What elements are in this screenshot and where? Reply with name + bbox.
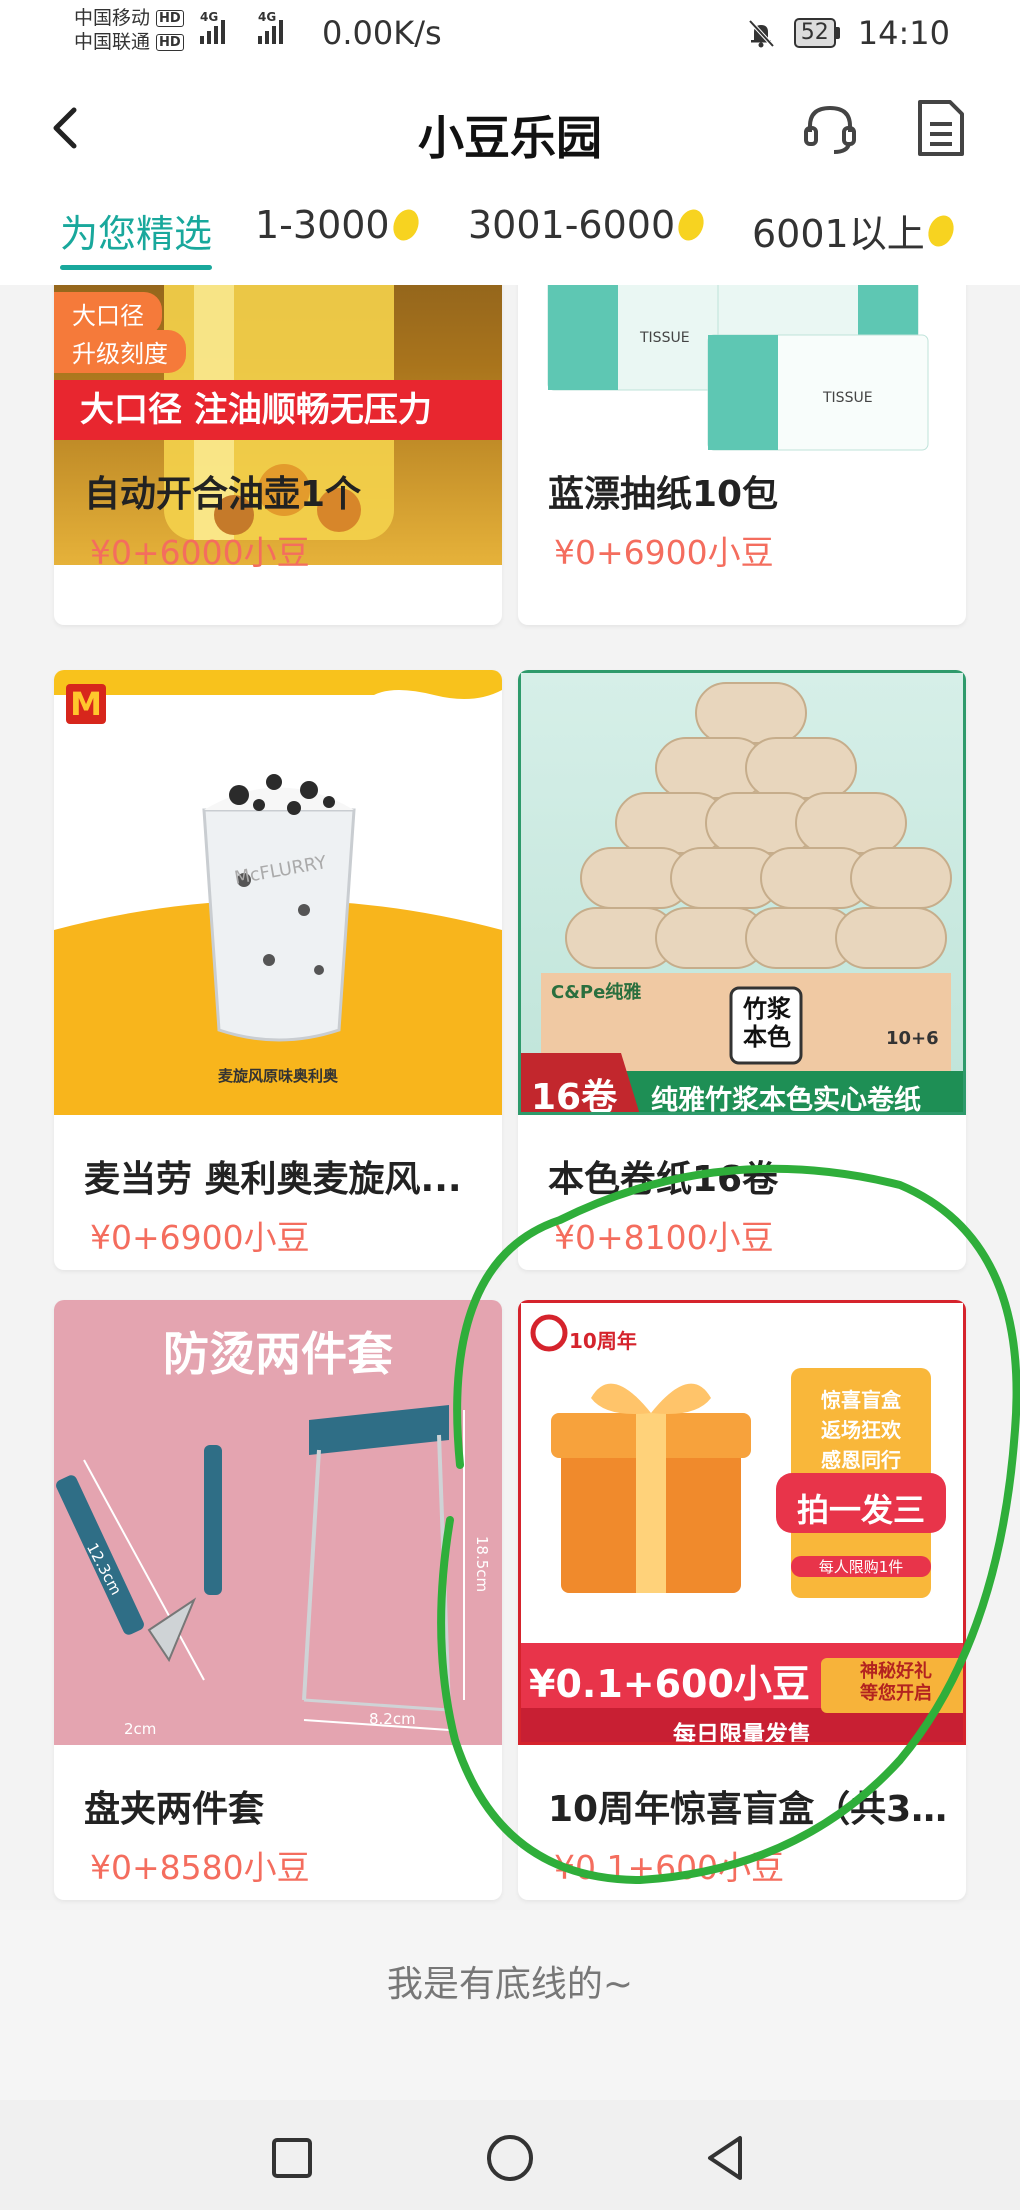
carrier-2: 中国联通	[74, 31, 151, 53]
dimension-label: 2cm	[124, 1720, 157, 1738]
tag-badge: 大口径	[54, 292, 162, 335]
product-card[interactable]: 大口径 升级刻度 大口径 注油顺畅无压力 自动开合油壶1个 ¥0+6000小豆	[54, 285, 502, 625]
mcdonalds-logo-icon: M	[66, 684, 106, 724]
box-text: TISSUE	[823, 390, 873, 406]
signal-icon: 4G	[258, 10, 283, 44]
product-card[interactable]: TISSUE TISSUE 蓝漂抽纸10包 ¥0+6900小豆	[518, 285, 966, 625]
product-name: 本色卷纸16卷	[548, 1159, 779, 1200]
product-card[interactable]: M McFLURRY 麦旋风原味奥利奥 麦当劳 奥利奥麦旋风... ¥0+690…	[54, 670, 502, 1270]
bean-icon	[674, 205, 709, 245]
clock: 14:10	[857, 14, 950, 52]
product-price: ¥0+8100小豆	[554, 1218, 774, 1257]
orders-button[interactable]	[910, 96, 970, 160]
net-speed: 0.00K/s	[322, 14, 442, 52]
battery-icon: 52	[793, 18, 840, 48]
price-banner: ¥0.1+600小豆	[529, 1662, 810, 1706]
back-button[interactable]	[40, 98, 100, 158]
box-brand: C&Pe纯雅	[551, 982, 642, 1003]
product-name: 蓝漂抽纸10包	[548, 474, 779, 515]
customer-service-button[interactable]	[800, 98, 860, 158]
product-card[interactable]: C&Pe纯雅 竹浆本色 10+6 16卷 纯雅竹浆本色实心卷纸 本色卷纸16卷 …	[518, 670, 966, 1270]
page-title: 小豆乐园	[418, 111, 602, 165]
hd-badge: HD	[156, 9, 184, 27]
limit-badge: 每人限购1件	[791, 1556, 931, 1577]
signal-icon: 4G	[200, 10, 225, 44]
box-count: 10+6	[886, 1028, 939, 1049]
tab-1-3000[interactable]: 1-3000	[255, 203, 423, 247]
product-price: ¥0.1+600小豆	[554, 1848, 785, 1887]
product-name: 盘夹两件套	[84, 1789, 265, 1830]
dimension-label: 18.5cm	[473, 1535, 492, 1593]
recent-apps-button[interactable]	[262, 2128, 322, 2188]
image-caption: 麦旋风原味奥利奥	[217, 1067, 338, 1085]
product-image: 10周年 惊喜盲盒 返场狂欢 感恩同行 拍一发三 每人限购1件 ¥0.1+600…	[518, 1300, 966, 1745]
product-name: 10周年惊喜盲盒（共3...	[548, 1789, 948, 1830]
bean-icon	[388, 205, 423, 245]
product-card[interactable]: 10周年 惊喜盲盒 返场狂欢 感恩同行 拍一发三 每人限购1件 ¥0.1+600…	[518, 1300, 966, 1900]
product-price: ¥0+6900小豆	[90, 1218, 310, 1257]
end-of-list-text: 我是有底线的~	[386, 1964, 634, 2005]
tab-featured[interactable]: 为您精选	[60, 203, 213, 270]
count-badge: 16卷	[531, 1077, 618, 1115]
product-image: C&Pe纯雅 竹浆本色 10+6 16卷 纯雅竹浆本色实心卷纸	[518, 670, 966, 1115]
triangle-back-icon	[708, 2136, 742, 2180]
side-promo: 神秘好礼 等您开启	[860, 1661, 932, 1704]
hd-badge: HD	[156, 33, 184, 51]
box-text: TISSUE	[640, 330, 690, 346]
product-name: 麦当劳 奥利奥麦旋风...	[84, 1159, 462, 1200]
product-price: ¥0+6900小豆	[554, 533, 774, 572]
product-image: 防烫两件套 12.3cm 2cm 8.2cm 18.5cm	[54, 1300, 502, 1745]
box-label: 竹浆本色	[743, 995, 791, 1051]
status-bar: 中国移动 HD 中国联通 HD 4G 4G 0.00K/s 52 14:10	[0, 0, 1020, 70]
product-price: ¥0+8580小豆	[90, 1848, 310, 1887]
product-card[interactable]: 防烫两件套 12.3cm 2cm 8.2cm 18.5cm 盘夹两件套 ¥0+8…	[54, 1300, 502, 1900]
anniversary-logo: 10周年	[569, 1329, 637, 1353]
tab-label: 3001-6000	[468, 203, 676, 247]
tab-6001-plus[interactable]: 6001以上	[752, 203, 958, 258]
promo-text: 惊喜盲盒 返场狂欢 感恩同行	[821, 1388, 901, 1472]
document-icon	[918, 100, 964, 156]
product-image: M McFLURRY 麦旋风原味奥利奥	[54, 670, 502, 1115]
product-name: 自动开合油壶1个	[84, 474, 362, 515]
product-banner: 防烫两件套	[163, 1327, 393, 1381]
back-nav-button[interactable]	[696, 2128, 756, 2188]
category-tabs: 为您精选 1-3000 3001-6000 6001以上	[0, 185, 1020, 285]
product-banner: 大口径 注油顺畅无压力	[54, 380, 502, 440]
circle-icon	[487, 2135, 533, 2181]
product-grid: 大口径 升级刻度 大口径 注油顺畅无压力 自动开合油壶1个 ¥0+6000小豆 …	[0, 285, 1020, 1910]
daily-limit-text: 每日限量发售	[673, 1722, 811, 1745]
headset-icon	[804, 105, 856, 154]
home-button[interactable]	[480, 2128, 540, 2188]
square-icon	[272, 2138, 312, 2178]
product-image: TISSUE TISSUE	[518, 285, 966, 565]
app-header: 小豆乐园	[0, 70, 1020, 185]
system-nav-bar	[0, 2100, 1020, 2210]
battery-level: 52	[793, 18, 836, 48]
carrier-1: 中国移动	[74, 7, 151, 29]
tab-label: 1-3000	[255, 203, 390, 247]
carrier-info: 中国移动 HD 中国联通 HD	[74, 6, 184, 54]
product-price: ¥0+6000小豆	[90, 533, 310, 572]
chevron-left-icon	[53, 107, 77, 149]
tab-label: 为您精选	[60, 212, 213, 256]
product-banner: 纯雅竹浆本色实心卷纸	[651, 1085, 921, 1115]
dimension-label: 8.2cm	[369, 1710, 416, 1728]
tab-label: 6001以上	[752, 212, 925, 256]
tab-3001-6000[interactable]: 3001-6000	[468, 203, 709, 247]
bean-icon	[923, 211, 958, 250]
tag-badge: 升级刻度	[54, 330, 186, 373]
mute-bell-icon	[748, 19, 775, 48]
promo-badge: 拍一发三	[796, 1491, 925, 1529]
